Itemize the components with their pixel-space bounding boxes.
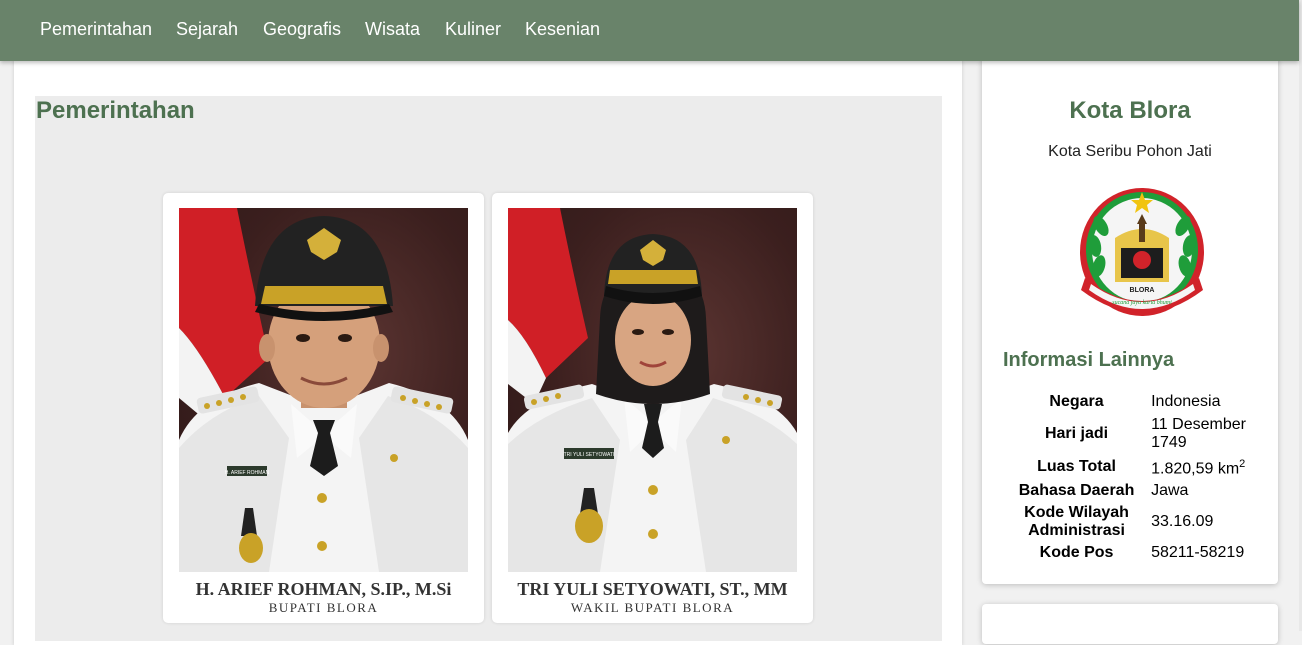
svg-text:TRI YULI SETYOWATI: TRI YULI SETYOWATI xyxy=(564,452,615,458)
info-value: 11 Desember 1749 xyxy=(1145,414,1268,454)
official-photo-bupati: H. ARIEF ROHMAN xyxy=(179,208,468,572)
svg-text:H. ARIEF ROHMAN: H. ARIEF ROHMAN xyxy=(225,470,270,476)
info-value-line: 11 Desember xyxy=(1151,416,1246,433)
nav-item-geografis[interactable]: Geografis xyxy=(263,19,341,39)
unit-superscript: 2 xyxy=(1239,458,1246,471)
svg-text:BLORA: BLORA xyxy=(1130,287,1155,294)
city-motto: Kota Seribu Pohon Jati xyxy=(1048,143,1212,160)
official-portrait-icon: H. ARIEF ROHMAN xyxy=(179,208,468,572)
info-row-hari-jadi: Hari jadi 11 Desember 1749 xyxy=(1008,414,1268,454)
info-value: Indonesia xyxy=(1151,393,1221,410)
nav-item-wisata[interactable]: Wisata xyxy=(365,19,420,39)
info-key-line: Kode Wilayah xyxy=(1024,504,1129,521)
info-heading: Informasi Lainnya xyxy=(1003,349,1175,371)
sidebar-second-card xyxy=(982,604,1278,644)
info-key: Hari jadi xyxy=(1044,425,1109,442)
info-key: Kode Pos xyxy=(1039,544,1114,561)
info-table: Negara Indonesia Hari jadi 11 Desember 17… xyxy=(1008,390,1268,564)
info-value: 1.820,59 km2 xyxy=(1145,454,1268,480)
city-name: Kota Blora xyxy=(1069,97,1191,124)
official-name: TRI YULI SETYOWATI, ST., MM xyxy=(517,579,788,599)
official-photo-wakil-bupati: TRI YULI SETYOWATI xyxy=(508,208,797,572)
info-row-kode-pos: Kode Pos 58211-58219 xyxy=(1008,542,1268,564)
info-key: Kode Wilayah Administrasi xyxy=(1008,502,1145,542)
section-title: Pemerintahan xyxy=(36,97,195,124)
info-value: Jawa xyxy=(1151,482,1189,499)
svg-text:sucana jaya karta bhumi: sucana jaya karta bhumi xyxy=(1112,300,1172,306)
nav-item-kuliner[interactable]: Kuliner xyxy=(445,19,501,39)
info-value: 58211-58219 xyxy=(1151,544,1245,561)
official-portrait-icon: TRI YULI SETYOWATI xyxy=(508,208,797,572)
info-key: Negara xyxy=(1049,393,1104,410)
info-row-luas: Luas Total 1.820,59 km2 xyxy=(1008,454,1268,480)
top-navbar: Pemerintahan Sejarah Geografis Wisata Ku… xyxy=(0,0,1299,61)
info-key: Bahasa Daerah xyxy=(1018,482,1135,499)
info-row-bahasa: Bahasa Daerah Jawa xyxy=(1008,480,1268,502)
official-card-bupati: H. ARIEF ROHMAN H. ARIEF ROHMAN, S.IP., … xyxy=(163,193,484,623)
info-value-line: 1749 xyxy=(1151,434,1187,451)
official-card-wakil-bupati: TRI YULI SETYOWATI TRI YULI SETYOWATI, S… xyxy=(492,193,813,623)
info-value-text: 1.820,59 km xyxy=(1151,460,1240,478)
info-value: 33.16.09 xyxy=(1151,513,1214,530)
info-key-line: Administrasi xyxy=(1028,522,1125,539)
official-name: H. ARIEF ROHMAN, S.IP., M.Si xyxy=(195,579,452,599)
info-row-kode-wilayah: Kode Wilayah Administrasi 33.16.09 xyxy=(1008,502,1268,542)
official-role: BUPATI BLORA xyxy=(268,600,379,615)
nav-item-pemerintahan[interactable]: Pemerintahan xyxy=(40,19,152,39)
official-role: WAKIL BUPATI BLORA xyxy=(570,600,735,615)
nav-item-kesenian[interactable]: Kesenian xyxy=(525,19,600,39)
nav-item-sejarah[interactable]: Sejarah xyxy=(176,19,238,39)
blora-emblem-icon: BLORA sucana jaya karta bhumi xyxy=(1080,188,1204,316)
info-row-negara: Negara Indonesia xyxy=(1008,390,1268,414)
info-key: Luas Total xyxy=(1037,458,1116,475)
